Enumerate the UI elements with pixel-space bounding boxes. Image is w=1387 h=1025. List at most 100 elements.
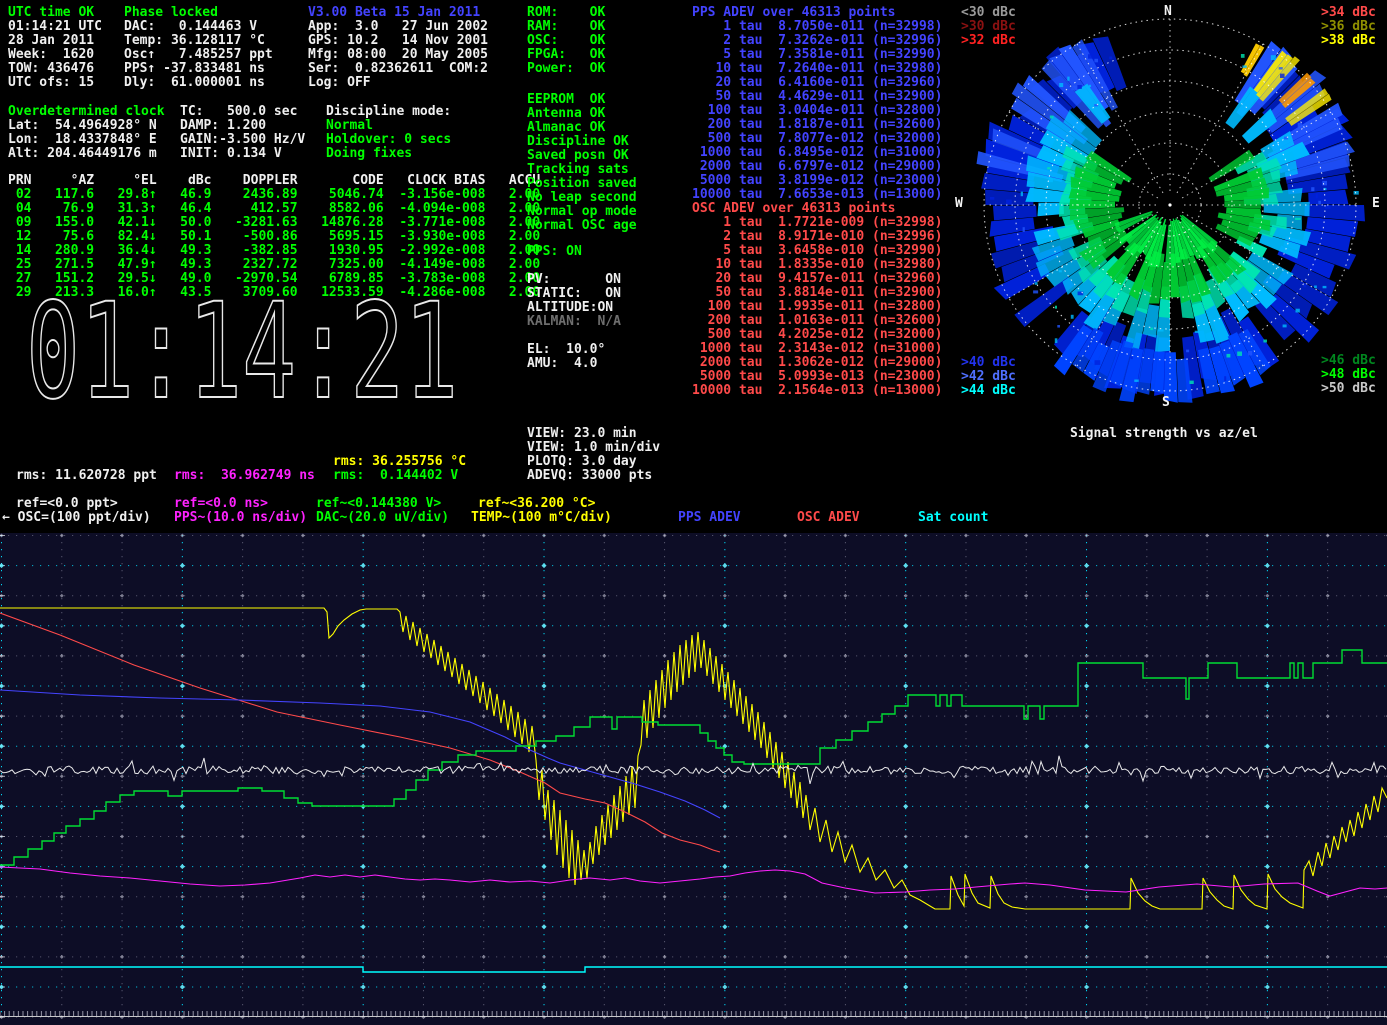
text-line: No leap second — [527, 191, 637, 205]
text-line: STATIC: ON — [527, 287, 621, 301]
mode-flags: PV: ONSTATIC: ONALTITUDE:ON KALMAN: N/A — [527, 273, 621, 329]
satellite-row: 09 155.0 42.1↓ 50.0 -3281.63 14876.28 -3… — [8, 216, 540, 230]
text-line: Holdover: 0 secs — [326, 133, 451, 147]
adev-row: 2000 tau 6.6797e-012 (n=29000) — [692, 160, 942, 174]
satellite-row: 12 75.6 82.4↓ 50.1 -500.86 5695.15 -3.93… — [8, 230, 540, 244]
text-line: ALTITUDE:ON — [527, 301, 621, 315]
compass-west: W — [955, 196, 963, 211]
text-line: VIEW: 1.0 min/div — [527, 441, 660, 455]
text-line: PLOTQ: 3.0 day — [527, 455, 660, 469]
readout-text: rms: 0.144402 V — [333, 469, 458, 483]
text-line: Lon: 18.4337848° E — [8, 133, 165, 147]
discipline-block: Discipline mode: NormalHoldover: 0 secsD… — [326, 105, 451, 161]
adev-row: 5000 tau 5.0993e-013 (n=23000) — [692, 370, 942, 384]
text-line: Log: OFF — [308, 76, 488, 90]
text-line: Saved posn OK — [527, 149, 637, 163]
selftest-status: ROM: OKRAM: OKOSC: OKFPGA: OKPower: OK — [527, 6, 605, 76]
dbc-legend-line: >40 dBc — [961, 356, 1016, 370]
compass-south: S — [1162, 395, 1170, 410]
readout-text: ref~<0.144380 V> — [316, 497, 441, 511]
adev-row: 50 tau 3.8814e-011 (n=32900) — [692, 286, 942, 300]
receiver-block: Overdetermined clock Lat: 54.4964928° NL… — [8, 105, 165, 161]
adev-row: 10 tau 7.2640e-011 (n=32980) — [692, 62, 942, 76]
view-block: VIEW: 23.0 minVIEW: 1.0 min/divPLOTQ: 3.… — [527, 427, 660, 483]
adev-row: 100 tau 1.9935e-011 (n=32800) — [692, 300, 942, 314]
compass-east: E — [1372, 196, 1380, 211]
text-line: GPS: 10.2 14 Nov 2001 — [308, 34, 488, 48]
text-line: TC: 500.0 sec — [180, 105, 305, 119]
text-line: Normal op mode — [527, 205, 637, 219]
text-line: INIT: 0.134 V — [180, 147, 305, 161]
readout-text: ref~<36.200 °C> — [478, 497, 595, 511]
adev-row: 1000 tau 6.8495e-012 (n=31000) — [692, 146, 942, 160]
pps-adev-table: PPS ADEV over 46313 points 1 tau 8.7050e… — [692, 6, 942, 202]
readout-text: rms: 36.962749 ns — [174, 469, 315, 483]
dbc-legend-line: >46 dBc — [1321, 354, 1376, 368]
adev-row: 500 tau 4.2025e-012 (n=32000) — [692, 328, 942, 342]
text-line: Position saved — [527, 177, 637, 191]
oscillator-block: Phase locked DAC: 0.144463 VTemp: 36.128… — [124, 6, 273, 90]
adev-row: 100 tau 3.0404e-011 (n=32800) — [692, 104, 942, 118]
text-line: Mfg: 08:00 20 May 2005 — [308, 48, 488, 62]
dbc-legend-right-bot: >46 dBc>48 dBc>50 dBc — [1321, 354, 1376, 396]
satellite-table: PRN °AZ °EL dBc DOPPLER CODE CLOCK BIAS … — [8, 174, 540, 300]
text-line: App: 3.0 27 Jun 2002 — [308, 20, 488, 34]
dbc-legend-line: >42 dBc — [961, 370, 1016, 384]
osc-adev-table: OSC ADEV over 46313 points 1 tau 1.7721e… — [692, 202, 942, 398]
readout-text: Sat count — [918, 511, 988, 525]
text-line: Lat: 54.4964928° N — [8, 119, 165, 133]
mask-block: EL: 10.0°AMU: 4.0 — [527, 343, 605, 371]
adev-row: 2 tau 7.3262e-011 (n=32996) — [692, 34, 942, 48]
dbc-legend-left-top: <30 dBc>30 dBc>32 dBc — [961, 6, 1016, 48]
text-line: Doing fixes — [326, 147, 451, 161]
readout-text: TEMP~(100 m°C/div) — [471, 511, 612, 525]
adev-row: 5 tau 3.6458e-010 (n=32990) — [692, 244, 942, 258]
svg-text:01:14:21: 01:14:21 — [26, 293, 458, 415]
pps-adev-title: PPS ADEV over 46313 points — [692, 6, 942, 20]
adev-row: 1000 tau 2.3143e-012 (n=31000) — [692, 342, 942, 356]
satellite-row: 27 151.2 29.5↓ 49.0 -2970.54 6789.85 -3.… — [8, 272, 540, 286]
text-line: OSC: OK — [527, 34, 605, 48]
adev-row: 20 tau 6.4160e-011 (n=32960) — [692, 76, 942, 90]
kalman-flag: KALMAN: N/A — [527, 315, 621, 329]
dbc-legend-left-bot: >40 dBc>42 dBc>44 dBc — [961, 356, 1016, 398]
dbc-legend-line: >36 dBc — [1321, 20, 1376, 34]
text-line: PPS↑ -37.833481 ns — [124, 62, 273, 76]
text-line: Antenna OK — [527, 107, 637, 121]
dbc-legend-line: >34 dBc — [1321, 6, 1376, 20]
readout-text: ← OSC=(100 ppt/div) — [2, 511, 151, 525]
adev-row: 1 tau 8.7050e-011 (n=32998) — [692, 20, 942, 34]
adev-row: 1 tau 1.7721e-009 (n=32998) — [692, 216, 942, 230]
text-line: Tracking sats — [527, 163, 637, 177]
satellite-row: 14 280.9 36.4↓ 49.3 -382.85 1930.95 -2.9… — [8, 244, 540, 258]
readout-text: OSC ADEV — [797, 511, 860, 525]
adev-row: 50 tau 4.4629e-011 (n=32900) — [692, 90, 942, 104]
utc-time-block: UTC time OK 01:14:21 UTC28 Jan 2011Week:… — [8, 6, 102, 90]
text-line: DAC: 0.144463 V — [124, 20, 273, 34]
strip-chart — [0, 533, 1387, 1025]
readout-text: ref=<0.0 ns> — [174, 497, 268, 511]
dbc-legend-line: >48 dBc — [1321, 368, 1376, 382]
text-line: EEPROM OK — [527, 93, 637, 107]
readout-text: PPS ADEV — [678, 511, 741, 525]
readout-text: DAC~(20.0 uV/div) — [316, 511, 449, 525]
text-line: Almanac OK — [527, 121, 637, 135]
readout-text: rms: 11.620728 ppt — [16, 469, 157, 483]
text-line: Temp: 36.128117 °C — [124, 34, 273, 48]
text-line: DAMP: 1.200 — [180, 119, 305, 133]
version-title: V3.00 Beta 15 Jan 2011 — [308, 6, 488, 20]
text-line: Osc↑ 7.485257 ppt — [124, 48, 273, 62]
text-line: UTC ofs: 15 — [8, 76, 102, 90]
adev-row: 10 tau 1.8335e-010 (n=32980) — [692, 258, 942, 272]
text-line: Discipline OK — [527, 135, 637, 149]
receiver-status: EEPROM OKAntenna OKAlmanac OKDiscipline … — [527, 93, 637, 233]
readout-text: PPS~(10.0 ns/div) — [174, 511, 307, 525]
readout-text: rms: 36.255756 °C — [333, 455, 466, 469]
dbc-legend-right-top: >34 dBc>36 dBc>38 dBc — [1321, 6, 1376, 48]
text-line: Normal OSC age — [527, 219, 637, 233]
text-line: FPGA: OK — [527, 48, 605, 62]
text-line: RAM: OK — [527, 20, 605, 34]
text-line: 01:14:21 UTC — [8, 20, 102, 34]
text-line: ROM: OK — [527, 6, 605, 20]
version-block: V3.00 Beta 15 Jan 2011 App: 3.0 27 Jun 2… — [308, 6, 488, 90]
